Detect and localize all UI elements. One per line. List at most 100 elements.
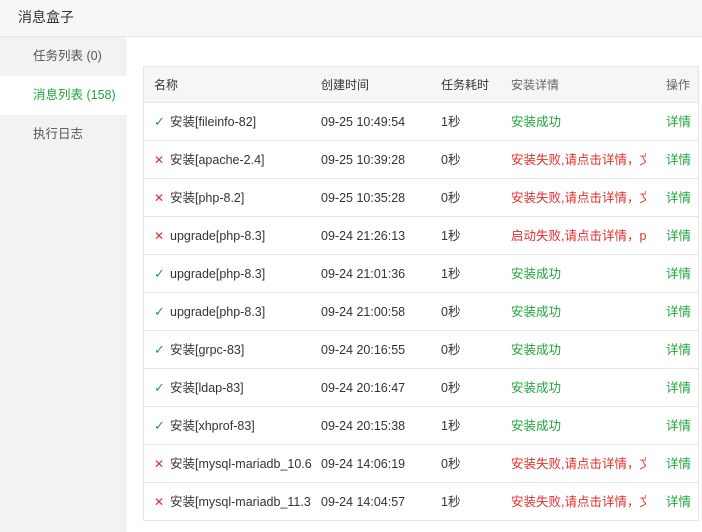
task-duration: 0秒 [441,153,461,167]
column-header-operation: 操作 [666,78,691,92]
table-row: ✓ upgrade[php-8.3] 09-24 21:01:36 1秒 安装成功 详情 [144,255,698,293]
details-link[interactable]: 详情 [666,103,698,141]
task-name-cell: ✓ upgrade[php-8.3] [154,293,314,331]
task-duration: 1秒 [441,419,461,433]
created-time: 09-24 14:06:19 [321,457,406,471]
task-duration: 1秒 [441,495,461,509]
task-name-cell: ✓ 安装[fileinfo-82] [154,103,314,141]
install-detail: 安装成功 [511,343,562,357]
install-detail: 安装失败,请点击详情，文 [511,191,646,205]
task-duration: 1秒 [441,115,461,129]
task-duration: 0秒 [441,343,461,357]
details-link[interactable]: 详情 [666,293,698,331]
details-link[interactable]: 详情 [666,255,698,293]
details-link[interactable]: 详情 [666,369,698,407]
title-bar: 消息盒子 [0,0,702,37]
details-link[interactable]: 详情 [666,217,698,255]
task-name: upgrade[php-8.3] [170,305,266,319]
sidebar-item-message-list[interactable]: 消息列表 (158) [0,76,127,115]
table-row: ✓ 安装[ldap-83] 09-24 20:16:47 0秒 安装成功 详情 [144,369,698,407]
cross-icon: ✕ [154,229,165,243]
task-duration: 1秒 [441,229,461,243]
install-detail: 安装成功 [511,381,562,395]
install-detail: 安装成功 [511,305,562,319]
task-duration: 0秒 [441,457,461,471]
table-row: ✕ 安装[mysql-mariadb_11.3 09-24 14:04:57 1秒 安装… [144,483,698,520]
column-header-name: 名称 [154,78,179,92]
sidebar-item-task-list[interactable]: 任务列表 (0) [0,37,127,76]
task-name-cell: ✓ upgrade[php-8.3] [154,255,314,293]
message-list-panel: 名称 创建时间 任务耗时 安装详情 操作 ✓ 安装[fileinfo-82] 09-… [127,37,702,532]
task-name: 安装[apache-2.4] [170,153,265,167]
install-detail: 安装失败,请点击详情，文 [511,495,646,509]
task-name-cell: ✕ 安装[mysql-mariadb_10.6 [154,445,314,483]
install-detail: 安装成功 [511,115,562,129]
details-link[interactable]: 详情 [666,445,698,483]
task-name-cell: ✓ 安装[ldap-83] [154,369,314,407]
created-time: 09-24 14:04:57 [321,495,406,509]
column-header-time: 创建时间 [321,78,370,92]
cross-icon: ✕ [154,457,165,471]
install-detail: 安装成功 [511,419,562,433]
window-title: 消息盒子 [18,9,74,25]
check-icon: ✓ [154,342,165,357]
cross-icon: ✕ [154,191,165,205]
install-detail: 安装失败,请点击详情，文 [511,457,646,471]
table-row: ✕ 安装[mysql-mariadb_10.6 09-24 14:06:19 0秒 安装… [144,445,698,483]
details-link[interactable]: 详情 [666,407,698,445]
task-duration: 0秒 [441,191,461,205]
task-name-cell: ✓ 安装[grpc-83] [154,331,314,369]
table-row: ✓ 安装[xhprof-83] 09-24 20:15:38 1秒 安装成功 详情 [144,407,698,445]
created-time: 09-24 21:00:58 [321,305,406,319]
details-link[interactable]: 详情 [666,331,698,369]
task-name-cell: ✕ 安装[php-8.2] [154,179,314,217]
created-time: 09-24 21:01:36 [321,267,406,281]
table-row: ✓ 安装[grpc-83] 09-24 20:16:55 0秒 安装成功 详情 [144,331,698,369]
sidebar-item-execution-log[interactable]: 执行日志 [0,115,127,154]
table-header: 名称 创建时间 任务耗时 安装详情 操作 [144,67,698,103]
task-name: upgrade[php-8.3] [170,229,266,243]
task-name: upgrade[php-8.3] [170,267,266,281]
check-icon: ✓ [154,380,165,395]
created-time: 09-25 10:49:54 [321,115,406,129]
column-header-duration: 任务耗时 [441,78,490,92]
install-detail: 启动失败,请点击详情，pi [511,229,646,243]
created-time: 09-24 20:16:55 [321,343,406,357]
check-icon: ✓ [154,114,165,129]
cross-icon: ✕ [154,153,165,167]
cross-icon: ✕ [154,495,165,509]
table-row: ✕ upgrade[php-8.3] 09-24 21:26:13 1秒 启动失败,请点… [144,217,698,255]
table-row: ✕ 安装[apache-2.4] 09-25 10:39:28 0秒 安装失败,请点击详… [144,141,698,179]
created-time: 09-25 10:35:28 [321,191,406,205]
task-duration: 0秒 [441,305,461,319]
task-name: 安装[grpc-83] [170,343,245,357]
message-table: 名称 创建时间 任务耗时 安装详情 操作 ✓ 安装[fileinfo-82] 09-… [143,66,699,521]
task-name-cell: ✕ 安装[mysql-mariadb_11.3 [154,483,314,520]
created-time: 09-24 21:26:13 [321,229,406,243]
table-row: ✓ upgrade[php-8.3] 09-24 21:00:58 0秒 安装成功 详情 [144,293,698,331]
created-time: 09-25 10:39:28 [321,153,406,167]
check-icon: ✓ [154,266,165,281]
details-link[interactable]: 详情 [666,141,698,179]
sidebar: 任务列表 (0) 消息列表 (158) 执行日志 [0,37,127,532]
details-link[interactable]: 详情 [666,179,698,217]
task-name-cell: ✕ upgrade[php-8.3] [154,217,314,255]
check-icon: ✓ [154,418,165,433]
table-row: ✓ 安装[fileinfo-82] 09-25 10:49:54 1秒 安装成功 详情 [144,103,698,141]
task-name: 安装[fileinfo-82] [170,115,257,129]
task-duration: 0秒 [441,381,461,395]
install-detail: 安装失败,请点击详情，文 [511,153,646,167]
table-row: ✕ 安装[php-8.2] 09-25 10:35:28 0秒 安装失败,请点击详情，文… [144,179,698,217]
created-time: 09-24 20:16:47 [321,381,406,395]
created-time: 09-24 20:15:38 [321,419,406,433]
task-name: 安装[ldap-83] [170,381,244,395]
column-header-detail: 安装详情 [511,78,560,92]
task-name: 安装[xhprof-83] [170,419,255,433]
details-link[interactable]: 详情 [666,483,698,520]
task-name-cell: ✕ 安装[apache-2.4] [154,141,314,179]
task-duration: 1秒 [441,267,461,281]
install-detail: 安装成功 [511,267,562,281]
task-name: 安装[php-8.2] [170,191,245,205]
check-icon: ✓ [154,304,165,319]
task-name-cell: ✓ 安装[xhprof-83] [154,407,314,445]
